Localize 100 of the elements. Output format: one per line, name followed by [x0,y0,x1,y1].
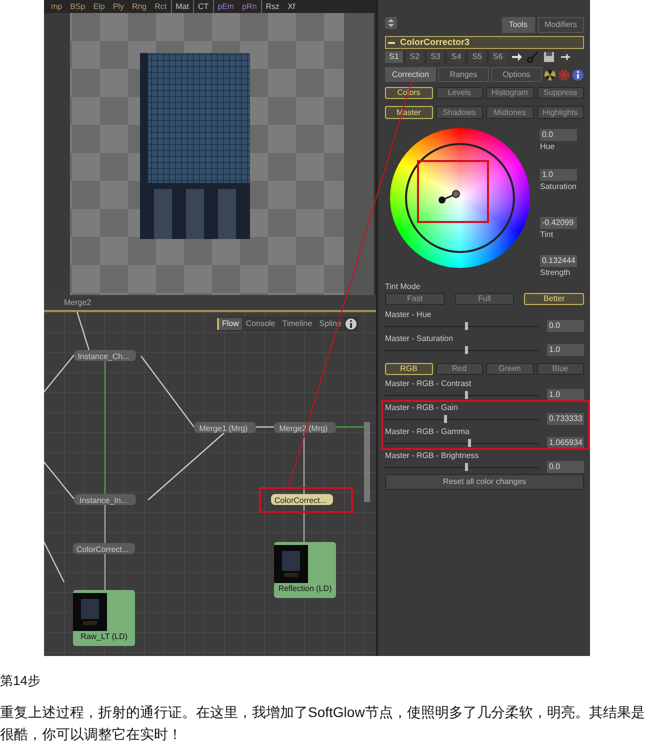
slider-label: Master - RGB - Contrast [385,379,472,389]
flow-tab[interactable]: Timeline [279,318,316,330]
value-field[interactable]: 1.0 [547,389,584,401]
tool-name: ColorCorrector3 [400,37,470,48]
loader-node[interactable]: Raw_LT (LD) [73,590,135,646]
connection-line [104,554,106,590]
field-label: Tint [540,229,554,241]
slider-thumb[interactable] [465,391,468,399]
toolbar-button[interactable]: Rsz [262,0,284,13]
slot-tab[interactable]: S4 [447,51,466,63]
slider-track[interactable] [385,463,539,471]
radiation-icon[interactable] [544,68,556,80]
reset-button[interactable]: Reset all color changes [385,474,584,490]
range-button[interactable]: Highlights [536,106,584,119]
info-icon[interactable] [345,318,358,330]
slider-track[interactable] [385,391,539,399]
field-label: Saturation [540,181,578,193]
toolbar-button[interactable]: Mat [172,0,193,13]
slot-tab[interactable]: S3 [426,51,444,63]
flow-tab[interactable]: Flow [217,318,242,330]
value-field[interactable]: 1.0 [540,169,577,181]
slider-thumb[interactable] [465,322,468,330]
value-field[interactable]: 1.065934 [547,437,584,449]
flow-node[interactable]: Instance_In... [74,494,136,505]
view-label: Merge2 [64,298,92,307]
value-field[interactable]: -0.42099 [540,217,577,229]
slider-label: Master - RGB - Gain [385,403,459,413]
wheel-handle-drawing[interactable] [437,190,461,204]
flow-node[interactable]: ColorCorrect... [271,494,333,505]
flow-node[interactable]: Instance_Ch... [74,350,136,361]
slider-thumb[interactable] [465,463,468,471]
slider-track[interactable] [385,415,539,423]
tint-mode-button[interactable]: Fast [385,293,445,305]
toolbar-button[interactable]: mp [47,0,66,13]
connection-line [104,505,106,543]
arrow-icon[interactable] [510,51,523,63]
field-label: Strength [540,267,572,279]
field-label: Hue [540,141,556,153]
mode-button[interactable]: Levels [436,87,483,99]
node-label: Raw_LT (LD) [80,631,128,642]
toolbar-button[interactable]: pRn [238,0,261,13]
value-field[interactable]: 0.0 [547,461,584,473]
connection-line [303,433,305,494]
loader-node[interactable]: Reflection (LD) [274,542,336,598]
slot-tab[interactable]: S5 [468,51,486,63]
channel-button[interactable]: RGB [385,363,432,375]
tint-mode-button[interactable]: Full [454,293,514,305]
channel-button[interactable]: Green [486,363,534,375]
range-button[interactable]: Shadows [436,106,483,119]
value-field[interactable]: 0.733333 [547,413,584,425]
value-field[interactable]: 0.0 [547,320,584,332]
value-field[interactable]: 0.0 [540,129,577,141]
section-tab[interactable]: Ranges [438,67,489,82]
slider-track[interactable] [385,439,539,447]
connection-line [336,426,366,428]
toolbar-button[interactable]: Elp [89,0,109,13]
step-heading: 第14步 [0,672,42,690]
toolbar-button[interactable]: BSp [66,0,90,13]
value-field[interactable]: 1.0 [547,344,584,356]
slider-track[interactable] [385,322,539,330]
flow-node[interactable]: ColorCorrect... [73,543,135,554]
toolbar-button[interactable]: Xf [284,0,300,13]
panel-tab[interactable]: Tools [502,17,535,33]
slider-track[interactable] [385,346,539,354]
section-tab[interactable]: Correction [385,67,436,82]
section-tab[interactable]: Options [491,67,542,82]
save-icon[interactable] [542,51,555,63]
connection-line [44,354,74,392]
toolbar-button[interactable]: Rct [150,0,171,13]
mode-button[interactable]: Suppress [536,87,584,99]
slot-tab[interactable]: S6 [488,51,507,63]
slider-label: Master - RGB - Gamma [385,427,470,437]
node-label: Reflection (LD) [277,583,333,594]
flow-node[interactable]: Merge1 (Mrg) [194,422,256,433]
connection-line [44,462,74,500]
toolbar-button[interactable]: Ply [108,0,128,13]
info-icon[interactable] [572,68,584,80]
toolbar-button[interactable]: CT [194,0,213,13]
slider-label: Master - Saturation [385,334,454,344]
slider-label: Master - Hue [385,310,432,320]
flow-node[interactable]: Merge2 (Mrg) [274,422,336,433]
value-field[interactable]: 0.132444 [540,255,577,267]
panel-tab[interactable]: Modifiers [538,17,584,33]
flow-tab[interactable]: Console [242,318,278,330]
channel-button[interactable]: Red [436,363,483,375]
connection-line [44,542,65,582]
slider-thumb[interactable] [465,346,468,354]
slot-tab[interactable]: S1 [385,51,403,63]
tint-mode-button[interactable]: Better [524,293,584,305]
toolbar-button[interactable]: pEm [214,0,238,13]
slot-tab[interactable]: S2 [406,51,424,63]
pin-icon[interactable] [558,51,571,63]
toolbar-button[interactable]: Rng [128,0,151,13]
scrollbar[interactable] [364,422,370,502]
mode-button[interactable]: Histogram [486,87,534,99]
range-button[interactable]: Midtones [486,106,534,119]
slider-thumb[interactable] [444,415,447,423]
channel-button[interactable]: Blue [536,363,584,375]
slider-thumb[interactable] [468,439,472,447]
body-paragraph: 重复上述过程，折射的通行证。在这里，我增加了SoftGlow节点，使照明多了几分柔软，明亮。其结果是很酷，你可以调整它在实时！ [0,702,645,744]
